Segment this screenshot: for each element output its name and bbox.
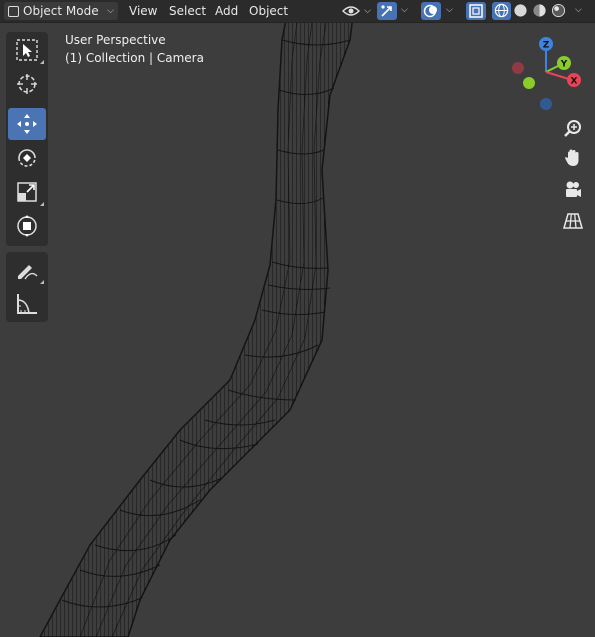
pan-button[interactable]	[559, 144, 587, 172]
tool-annotate[interactable]	[8, 254, 46, 286]
rendered-sphere-icon	[551, 3, 566, 18]
chevron-down-icon: ⌵	[107, 6, 114, 16]
wireframe-sphere-icon	[494, 3, 509, 18]
select-box-icon	[16, 39, 38, 61]
tool-variants-indicator	[40, 280, 44, 284]
tool-variants-indicator	[40, 202, 44, 206]
mode-label: Object Mode	[23, 4, 99, 18]
tool-transform[interactable]	[8, 210, 46, 242]
y-axis-label: Y	[560, 60, 568, 70]
camera-view-button[interactable]	[559, 176, 587, 204]
tool-cursor[interactable]	[8, 68, 46, 100]
tool-measure[interactable]	[8, 288, 46, 320]
menu-add[interactable]: Add	[210, 2, 243, 20]
zoom-magnifier-icon	[564, 120, 581, 137]
annotate-pencil-icon	[18, 265, 38, 280]
viewport-header: Object Mode ⌵ View Select Add Object ⌵ ⌵…	[0, 0, 595, 23]
tool-move[interactable]	[8, 108, 46, 140]
menu-object[interactable]: Object	[244, 2, 293, 20]
transform-icon	[17, 215, 37, 237]
rotate-icon	[18, 149, 36, 167]
neg-x-axis-dot	[512, 62, 524, 74]
eye-icon	[342, 6, 360, 16]
overlays-toggle[interactable]	[421, 2, 441, 20]
gizmo-toggle[interactable]	[377, 2, 397, 20]
camera-icon	[566, 181, 581, 197]
menu-view[interactable]: View	[124, 2, 162, 20]
xray-toggle[interactable]	[466, 2, 486, 20]
mode-selector[interactable]: Object Mode ⌵	[4, 2, 118, 20]
chevron-down-icon[interactable]: ⌵	[575, 5, 582, 15]
solid-sphere-icon	[514, 4, 527, 17]
chevron-down-icon[interactable]: ⌵	[446, 5, 453, 15]
zoom-button[interactable]	[559, 115, 587, 143]
hand-pan-icon	[565, 149, 579, 166]
overlays-icon	[423, 4, 437, 18]
move-icon	[17, 114, 37, 134]
visibility-dropdown[interactable]: ⌵	[340, 2, 372, 20]
annotate-tool-shelf	[6, 252, 48, 322]
perspective-toggle-button[interactable]	[559, 207, 587, 235]
tool-select-box[interactable]	[8, 34, 46, 66]
tool-scale[interactable]	[8, 176, 46, 208]
transform-tool-shelf	[6, 106, 48, 246]
object-mode-icon	[8, 6, 19, 17]
navigation-gizmo[interactable]: Z Y X	[506, 32, 586, 112]
xray-icon	[469, 4, 483, 18]
material-sphere-icon	[533, 4, 546, 17]
grid-perspective-icon	[563, 213, 583, 229]
viewport-perspective-label: User Perspective	[65, 33, 166, 47]
x-axis-label: X	[571, 77, 578, 87]
cursor-icon	[17, 74, 37, 94]
z-axis-label: Z	[543, 41, 550, 51]
shading-solid[interactable]	[512, 2, 530, 20]
neg-y-axis-dot	[523, 77, 535, 89]
tool-rotate[interactable]	[8, 142, 46, 174]
neg-z-axis-dot	[540, 98, 552, 110]
gizmo-arrows-icon	[381, 5, 392, 17]
shading-rendered[interactable]	[550, 2, 568, 20]
menu-select[interactable]: Select	[164, 2, 211, 20]
measure-ruler-icon	[17, 294, 37, 314]
shading-wireframe[interactable]	[492, 2, 511, 20]
scale-icon	[17, 182, 37, 202]
viewport-collection-label: (1) Collection | Camera	[65, 51, 204, 65]
shading-material[interactable]	[531, 2, 549, 20]
chevron-down-icon: ⌵	[364, 6, 371, 16]
tool-variants-indicator	[40, 60, 44, 64]
chevron-down-icon[interactable]: ⌵	[401, 5, 408, 15]
